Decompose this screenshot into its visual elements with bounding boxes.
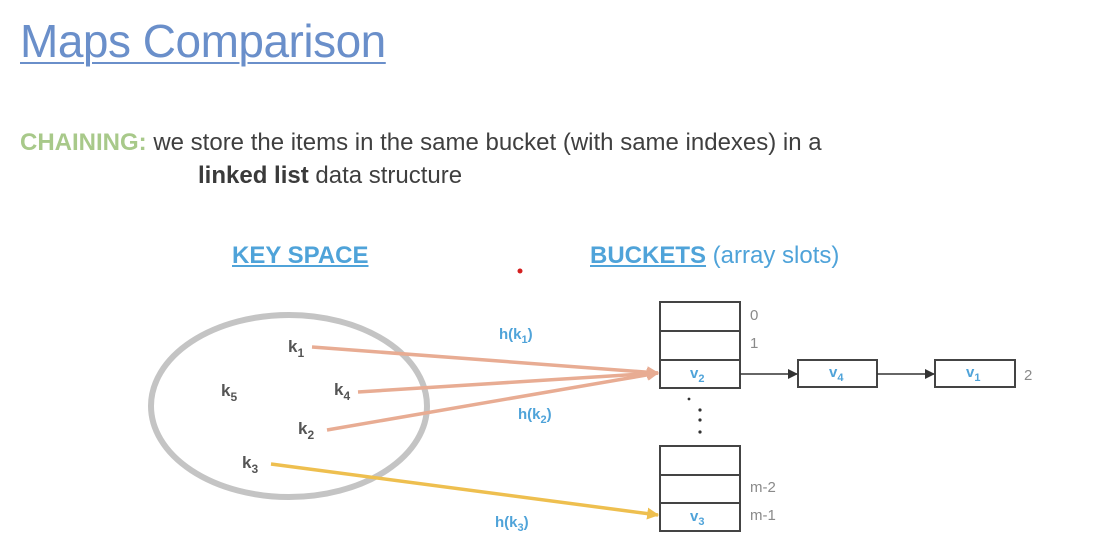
array-continuation-dots <box>687 397 702 434</box>
key-k5: k5 <box>221 381 237 404</box>
red-dot <box>517 268 523 274</box>
key-k3: k3 <box>242 453 258 476</box>
bucket-slot-1 <box>659 330 741 361</box>
hash-label-k1: h(k1) <box>499 326 533 346</box>
hash-arrow-k3 <box>270 462 660 520</box>
key-k1: k1 <box>288 337 304 360</box>
bucket-index-m-2: m-2 <box>750 479 776 496</box>
hash-arrow-k2 <box>326 368 660 432</box>
bucket-index-m-1: m-1 <box>750 507 776 524</box>
bucket-index-2: 2 <box>1024 367 1032 384</box>
hash-label-k3: h(k3) <box>495 514 529 534</box>
bucket-slot-0 <box>659 301 741 332</box>
bucket-slot-m-2 <box>659 474 741 504</box>
bucket-index-1: 1 <box>750 335 758 352</box>
bucket-slot-m-3 <box>659 445 741 476</box>
key-k4: k4 <box>334 380 350 403</box>
hashing-diagram: k1 k4 k5 k2 k3 h(k1) h(k2) h(k3) 0 1 m-2… <box>148 268 1032 534</box>
key-k2: k2 <box>298 419 314 442</box>
hash-arrow-k1 <box>311 345 660 379</box>
hash-label-k2: h(k2) <box>518 406 552 426</box>
bucket-index-0: 0 <box>750 307 758 324</box>
